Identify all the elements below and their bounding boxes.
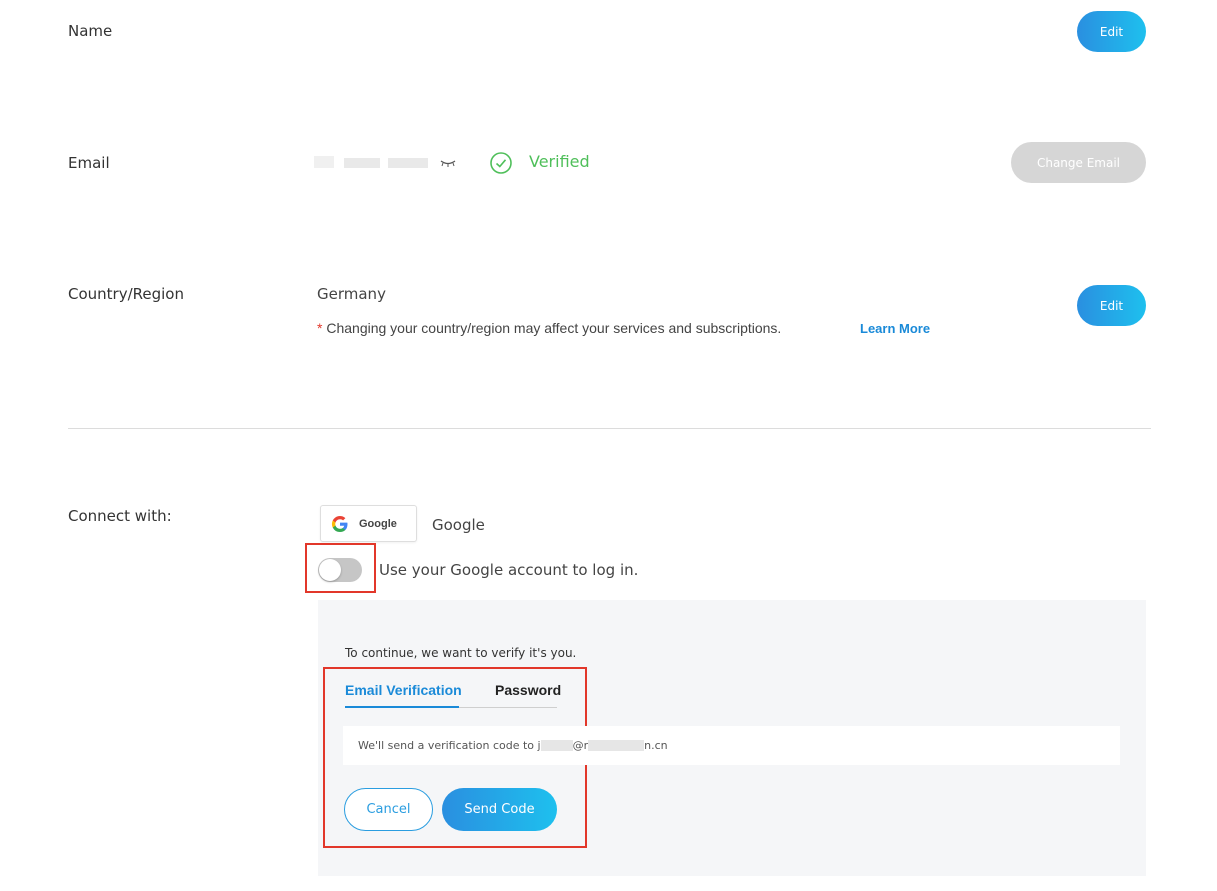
- send-code-button[interactable]: Send Code: [442, 788, 557, 831]
- verified-status: Verified: [529, 152, 590, 171]
- name-label: Name: [68, 22, 113, 40]
- verified-check-icon: [489, 151, 513, 175]
- google-logo-text: Google: [359, 517, 397, 530]
- section-divider: [68, 428, 1151, 429]
- verify-intro: To continue, we want to verify it's you.: [345, 646, 577, 660]
- cancel-button[interactable]: Cancel: [344, 788, 433, 831]
- tab-email-verification[interactable]: Email Verification: [345, 682, 462, 698]
- change-email-button[interactable]: Change Email: [1011, 142, 1146, 183]
- learn-more-link[interactable]: Learn More: [860, 321, 930, 336]
- edit-country-button[interactable]: Edit: [1077, 285, 1146, 326]
- edit-name-button[interactable]: Edit: [1077, 11, 1146, 52]
- toggle-label: Use your Google account to log in.: [379, 561, 639, 579]
- email-label: Email: [68, 154, 110, 172]
- google-g-icon: [331, 515, 349, 533]
- note-text: Changing your country/region may affect …: [326, 320, 782, 336]
- info-prefix: We'll send a verification code to j: [358, 739, 541, 752]
- masked-email-part2: [588, 740, 645, 751]
- country-value: Germany: [317, 285, 386, 303]
- info-mid: @r: [572, 739, 589, 752]
- country-label: Country/Region: [68, 285, 184, 303]
- hide-password-icon[interactable]: [438, 154, 458, 170]
- connect-with-label: Connect with:: [68, 507, 172, 525]
- google-login-toggle[interactable]: [318, 558, 362, 582]
- toggle-knob: [319, 559, 341, 581]
- info-suffix: n.cn: [644, 739, 668, 752]
- masked-email-part1: [540, 740, 573, 751]
- active-tab-indicator: [345, 706, 459, 708]
- masked-email: [314, 152, 434, 174]
- google-logo-button[interactable]: Google: [320, 505, 417, 542]
- required-star: *: [317, 320, 323, 336]
- verification-info-box: We'll send a verification code to j @r n…: [343, 726, 1120, 765]
- provider-name: Google: [432, 516, 485, 534]
- country-change-note: * Changing your country/region may affec…: [317, 320, 781, 336]
- tab-password[interactable]: Password: [495, 682, 561, 698]
